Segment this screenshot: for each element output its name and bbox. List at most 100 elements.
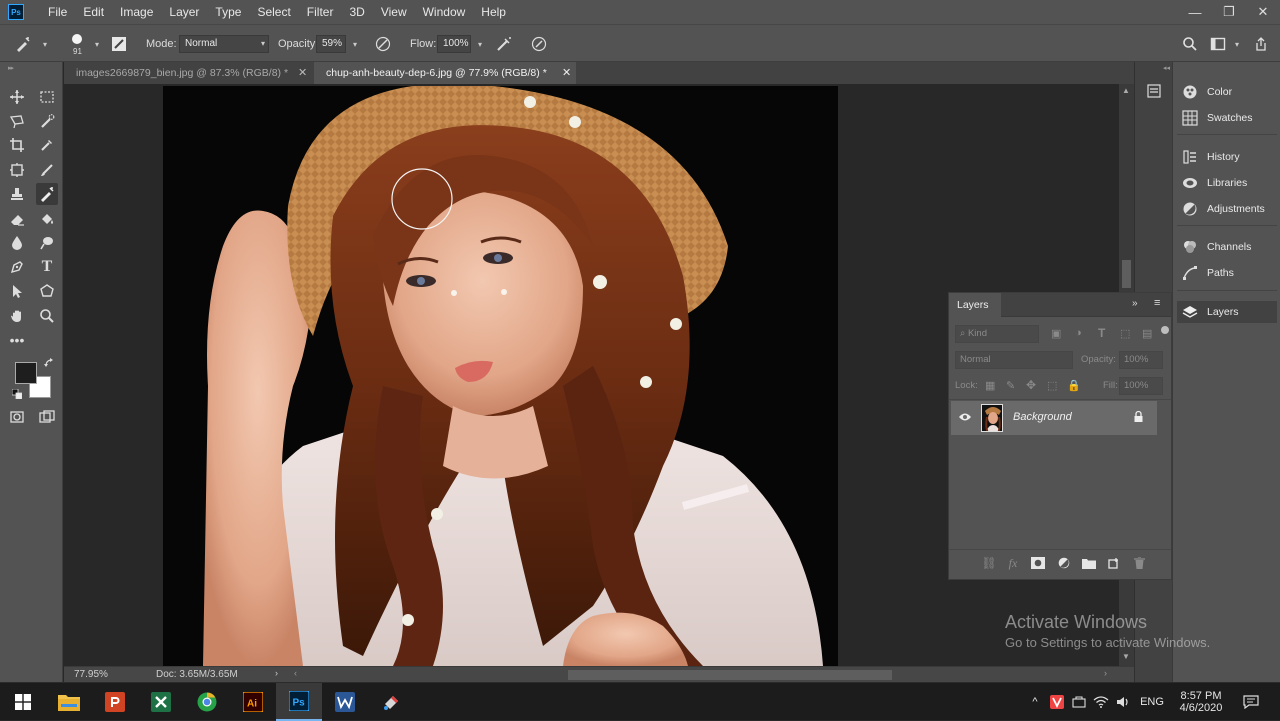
- path-selection-tool-icon[interactable]: [6, 280, 28, 302]
- search-icon[interactable]: [1181, 35, 1199, 53]
- flow-dropdown[interactable]: ▾: [471, 35, 489, 53]
- panel-menu-icon[interactable]: ≡: [1154, 297, 1160, 309]
- photoshop-taskbar-icon[interactable]: Ps: [276, 683, 322, 721]
- adjustment-layer-icon[interactable]: [1056, 556, 1072, 570]
- panel-layers[interactable]: Layers: [1177, 301, 1277, 323]
- word-icon[interactable]: [322, 683, 368, 721]
- lock-transparency-icon[interactable]: ▦: [985, 379, 995, 392]
- close-button[interactable]: ✕: [1246, 0, 1280, 24]
- panel-color[interactable]: Color: [1181, 81, 1277, 103]
- expand-icon[interactable]: ◂◂: [1163, 64, 1170, 72]
- powerpoint-icon[interactable]: [92, 683, 138, 721]
- workspace-icon[interactable]: [1209, 35, 1227, 53]
- quick-mask-icon[interactable]: [6, 406, 28, 428]
- mode-select[interactable]: Normal ▾: [179, 35, 269, 53]
- lock-pixels-icon[interactable]: ✎: [1006, 379, 1015, 392]
- chrome-icon[interactable]: [184, 683, 230, 721]
- lock-all-icon[interactable]: 🔒: [1067, 379, 1081, 392]
- layer-row-background[interactable]: Background: [951, 401, 1157, 435]
- healing-brush-tool-icon[interactable]: [36, 183, 58, 205]
- menu-view[interactable]: View: [373, 0, 415, 24]
- lasso-tool-icon[interactable]: [6, 110, 28, 132]
- new-layer-icon[interactable]: [1106, 556, 1122, 570]
- menu-image[interactable]: Image: [112, 0, 161, 24]
- notification-icon[interactable]: [1238, 683, 1264, 721]
- panel-libraries[interactable]: Libraries: [1181, 172, 1277, 194]
- chevron-down-icon[interactable]: ▾: [1228, 35, 1246, 53]
- blend-mode-select[interactable]: Normal: [955, 351, 1073, 369]
- chevron-down-icon[interactable]: ▾: [88, 35, 106, 53]
- blur-tool-icon[interactable]: [6, 232, 28, 254]
- lock-position-icon[interactable]: ✥: [1026, 378, 1036, 392]
- horizontal-scroll-thumb[interactable]: [568, 670, 892, 680]
- illustrator-icon[interactable]: Ai: [230, 683, 276, 721]
- layer-opacity-input[interactable]: 100%: [1119, 351, 1163, 369]
- adjustment-filter-icon[interactable]: ◑: [1075, 327, 1082, 339]
- chevron-up-icon[interactable]: ^: [1026, 683, 1044, 721]
- panel-history[interactable]: History: [1181, 146, 1277, 168]
- add-mask-icon[interactable]: [1030, 556, 1046, 570]
- panel-channels[interactable]: Channels: [1181, 236, 1277, 258]
- panel-swatches[interactable]: Swatches: [1181, 107, 1277, 129]
- more-tools-icon[interactable]: •••: [6, 329, 28, 351]
- foreground-color-swatch-top[interactable]: [15, 362, 37, 384]
- lock-artboard-icon[interactable]: ⬚: [1047, 379, 1057, 392]
- pixel-filter-icon[interactable]: ▣: [1051, 327, 1061, 340]
- fill-input[interactable]: 100%: [1119, 377, 1163, 395]
- scroll-thumb[interactable]: [1122, 260, 1131, 288]
- collapse-icon[interactable]: ▸▸: [8, 64, 14, 72]
- pressure-opacity-icon[interactable]: [374, 35, 392, 53]
- frame-tool-icon[interactable]: [6, 159, 28, 181]
- fx-icon[interactable]: fx: [1005, 556, 1021, 570]
- tab-chup-anh-beauty[interactable]: chup-anh-beauty-dep-6.jpg @ 77.9% (RGB/8…: [314, 62, 576, 84]
- hand-tool-icon[interactable]: [6, 305, 28, 327]
- shape-filter-icon[interactable]: ⬚: [1120, 327, 1130, 340]
- menu-type[interactable]: Type: [207, 0, 249, 24]
- language-indicator[interactable]: ENG: [1138, 683, 1166, 721]
- eye-icon[interactable]: [958, 412, 972, 422]
- dodge-tool-icon[interactable]: [36, 232, 58, 254]
- volume-icon[interactable]: [1114, 683, 1132, 721]
- menu-filter[interactable]: Filter: [299, 0, 342, 24]
- paint-icon[interactable]: [368, 683, 414, 721]
- crop-tool-icon[interactable]: [6, 134, 28, 156]
- chevron-down-icon[interactable]: ▾: [36, 35, 54, 53]
- quick-selection-tool-icon[interactable]: [36, 110, 58, 132]
- default-colors-icon[interactable]: [12, 389, 22, 399]
- clone-stamp-tool-icon[interactable]: [6, 183, 28, 205]
- delete-layer-icon[interactable]: [1131, 556, 1147, 570]
- layer-name[interactable]: Background: [1013, 411, 1072, 423]
- menu-3d[interactable]: 3D: [341, 0, 372, 24]
- clock[interactable]: 8:57 PM 4/6/2020: [1172, 683, 1230, 721]
- zoom-level[interactable]: 77.95%: [74, 669, 108, 680]
- scroll-right-icon[interactable]: ›: [1104, 668, 1107, 678]
- flow-input[interactable]: 100%: [437, 35, 471, 53]
- chevron-right-icon[interactable]: ›: [275, 668, 278, 678]
- menu-help[interactable]: Help: [473, 0, 514, 24]
- excel-icon[interactable]: [138, 683, 184, 721]
- vivaldi-icon[interactable]: [1048, 683, 1066, 721]
- pen-tool-icon[interactable]: [6, 256, 28, 278]
- screen-mode-icon[interactable]: [36, 406, 58, 428]
- healing-brush-preset-icon[interactable]: [14, 35, 32, 53]
- move-tool-icon[interactable]: [6, 86, 28, 108]
- scroll-left-icon[interactable]: ‹: [294, 668, 297, 678]
- menu-window[interactable]: Window: [415, 0, 474, 24]
- pressure-size-icon[interactable]: [530, 35, 548, 53]
- menu-select[interactable]: Select: [249, 0, 298, 24]
- eyedropper-tool-icon[interactable]: [36, 134, 58, 156]
- opacity-input[interactable]: 59%: [316, 35, 346, 53]
- minimize-button[interactable]: —: [1178, 0, 1212, 24]
- type-tool-icon[interactable]: T: [36, 256, 58, 278]
- wifi-icon[interactable]: [1092, 683, 1110, 721]
- new-group-icon[interactable]: [1081, 556, 1097, 570]
- close-icon[interactable]: ✕: [298, 62, 307, 84]
- menu-file[interactable]: File: [40, 0, 75, 24]
- tab-layers[interactable]: Layers: [949, 293, 1001, 317]
- start-button[interactable]: [0, 683, 46, 721]
- marquee-tool-icon[interactable]: [36, 86, 58, 108]
- restore-button[interactable]: ❐: [1212, 0, 1246, 24]
- network-icon[interactable]: [1070, 683, 1088, 721]
- file-explorer-icon[interactable]: [46, 683, 92, 721]
- tab-images2669879[interactable]: images2669879_bien.jpg @ 87.3% (RGB/8) *: [64, 62, 312, 84]
